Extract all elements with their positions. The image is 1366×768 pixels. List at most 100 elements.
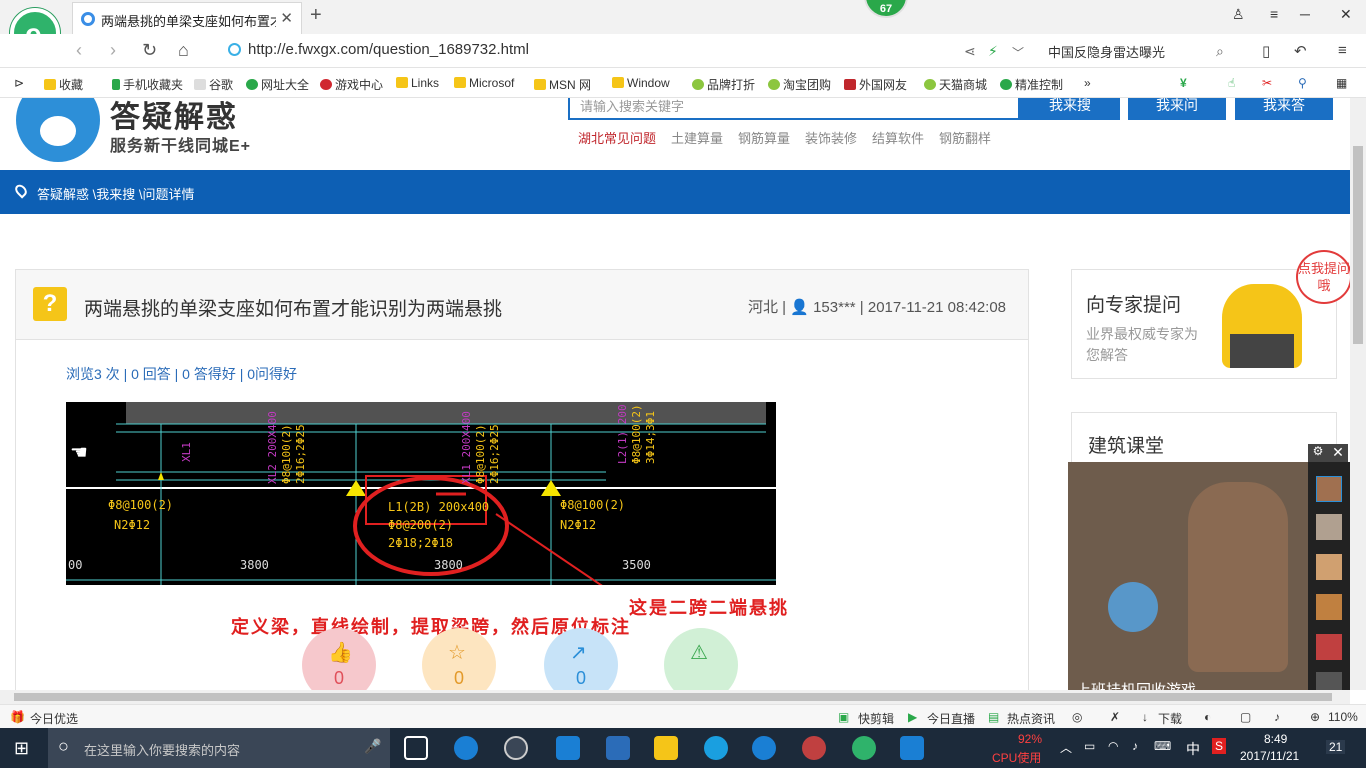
window-icon[interactable]: ▢	[1240, 710, 1251, 724]
ie-icon[interactable]	[704, 736, 728, 760]
thumb[interactable]	[1316, 514, 1342, 540]
thumb[interactable]	[1316, 634, 1342, 660]
category-link[interactable]: 结算软件	[872, 128, 924, 147]
ime-indicator[interactable]: 中	[1186, 739, 1200, 759]
scroll-thumb[interactable]	[1353, 146, 1363, 344]
fav-item-11[interactable]: 外国网友	[844, 76, 907, 93]
fav-item-13[interactable]: 精准控制	[1000, 76, 1063, 93]
sidebar-toggle-icon[interactable]: ⊳	[14, 76, 24, 90]
thumb[interactable]	[1316, 476, 1342, 502]
search-button[interactable]: 我来搜	[1020, 98, 1120, 120]
thumb[interactable]	[1316, 554, 1342, 580]
store-icon[interactable]	[606, 736, 630, 760]
app-icon[interactable]	[752, 736, 776, 760]
fav-item-3[interactable]: 网址大全	[246, 76, 309, 93]
new-tab-button[interactable]: +	[310, 4, 322, 27]
home-icon[interactable]: ⌂	[178, 40, 189, 61]
windows-start-icon[interactable]: ⊞	[14, 738, 29, 759]
close-window-button[interactable]: ✕	[1340, 6, 1352, 23]
battery-icon[interactable]: ▭	[1084, 739, 1095, 753]
site-mascot-logo[interactable]	[16, 98, 100, 162]
category-link[interactable]: 土建算量	[671, 128, 723, 147]
browser-tab[interactable]: 两端悬挑的单梁支座如何布置才能识别为两端悬挑 ✕	[72, 2, 302, 34]
chevron-up-icon[interactable]: ︿	[1060, 739, 1072, 756]
status-item[interactable]: 今日直播	[927, 710, 975, 727]
fav-item-6[interactable]: Microsof	[454, 76, 514, 90]
cad-drawing-image[interactable]: Φ8@100(2) N2Φ12 L1(2B) 200x400 Φ8@200(2)…	[66, 402, 776, 585]
fav-item-2[interactable]: 谷歌	[194, 76, 233, 93]
search-icon[interactable]: ⌕	[1216, 43, 1224, 60]
tab-close-icon[interactable]: ✕	[280, 9, 293, 27]
fav-more-icon[interactable]: »	[1084, 76, 1091, 90]
wifi-icon[interactable]: ◠	[1108, 739, 1118, 753]
speed-icon[interactable]: ◎	[1072, 710, 1082, 724]
ask-button[interactable]: 我来问	[1128, 98, 1226, 120]
fav-item-4[interactable]: 游戏中心	[320, 76, 383, 93]
answer-button[interactable]: 我来答	[1235, 98, 1333, 120]
fav-item-8[interactable]: Window	[612, 76, 670, 90]
chevron-down-icon[interactable]: ﹀	[1012, 44, 1024, 61]
app-icon[interactable]	[900, 736, 924, 760]
edge-icon[interactable]	[556, 736, 580, 760]
app-icon[interactable]	[802, 736, 826, 760]
lightning-icon[interactable]: ⚡	[988, 43, 998, 60]
site-search-input[interactable]: 请输入搜索关键字	[568, 98, 1020, 120]
app-icon[interactable]	[504, 736, 528, 760]
taskbar-search-input[interactable]: ○ 在这里输入你要搜索的内容 🎤	[48, 728, 390, 768]
fav-item-0[interactable]: 收藏	[44, 76, 83, 93]
hand-icon[interactable]: ☝	[1228, 76, 1235, 90]
category-link[interactable]: 钢筋翻样	[939, 128, 991, 147]
zoom-level[interactable]: 110%	[1328, 710, 1358, 724]
fav-item-12[interactable]: 天猫商城	[924, 76, 987, 93]
clock-date[interactable]: 2017/11/21	[1240, 749, 1299, 763]
vertical-scrollbar[interactable]	[1350, 98, 1366, 690]
fav-item-1[interactable]: 手机收藏夹	[112, 76, 183, 93]
video-close-icon[interactable]: ✕	[1328, 444, 1348, 462]
fav-item-5[interactable]: Links	[396, 76, 439, 90]
undo-icon[interactable]: ↶	[1294, 42, 1307, 60]
sogou-icon[interactable]: S	[1212, 738, 1227, 754]
url-field[interactable]: http://e.fwxgx.com/question_1689732.html	[248, 41, 529, 58]
more-menu-icon[interactable]: ≡	[1338, 42, 1347, 59]
category-link[interactable]: 钢筋算量	[738, 128, 790, 147]
volume-icon[interactable]: ♪	[1274, 710, 1280, 724]
task-view-icon[interactable]	[404, 736, 428, 760]
fav-item-9[interactable]: 品牌打折	[692, 76, 755, 93]
minimize-button[interactable]: ─	[1300, 6, 1310, 22]
horizontal-scrollbar[interactable]	[0, 690, 1350, 704]
app-icon[interactable]	[454, 736, 478, 760]
clock-time[interactable]: 8:49	[1264, 732, 1287, 746]
repair-icon[interactable]: ✗	[1110, 710, 1120, 724]
status-item[interactable]: 热点资讯	[1007, 710, 1055, 727]
scissors-icon[interactable]: ✂	[1262, 76, 1272, 90]
thumb[interactable]	[1316, 594, 1342, 620]
forward-icon[interactable]: ›	[110, 40, 116, 61]
reload-icon[interactable]: ↻	[142, 40, 157, 61]
shirt-icon[interactable]: ♙	[1232, 6, 1245, 23]
category-link[interactable]: 装饰装修	[805, 128, 857, 147]
share-icon[interactable]: ⋖	[964, 43, 976, 60]
browser-icon[interactable]: ◐	[1204, 710, 1211, 724]
magnifier-icon[interactable]: ⚲	[1298, 76, 1307, 90]
status-item[interactable]: 快剪辑	[858, 710, 894, 727]
search-suggestion[interactable]: 中国反隐身雷达曝光	[1048, 42, 1165, 61]
apps-grid-icon[interactable]: ▦	[1336, 76, 1347, 90]
fav-item-10[interactable]: 淘宝团购	[768, 76, 831, 93]
file-explorer-icon[interactable]	[654, 736, 678, 760]
browser-taskbar-icon[interactable]	[852, 736, 876, 760]
breadcrumb[interactable]: 答疑解惑 \我来搜 \问题详情	[37, 184, 194, 203]
mobile-icon[interactable]: ▯	[1262, 42, 1270, 60]
status-item[interactable]: 下载	[1158, 710, 1182, 727]
shield-icon[interactable]: ¥	[1180, 76, 1187, 90]
notification-center-badge[interactable]: 21	[1326, 740, 1346, 754]
ask-me-bubble[interactable]: 点我提问哦	[1296, 250, 1350, 304]
category-link[interactable]: 湖北常见问题	[578, 128, 656, 147]
scroll-thumb[interactable]	[14, 693, 1332, 701]
back-icon[interactable]: ‹	[76, 40, 82, 61]
keyboard-icon[interactable]: ⌨	[1154, 739, 1171, 753]
volume-icon[interactable]: ♪	[1132, 739, 1138, 753]
today-picks-link[interactable]: 今日优选	[30, 710, 78, 727]
menu-icon[interactable]: ≡	[1270, 6, 1278, 22]
video-ad[interactable]: 上班挂机回收游戏 广告	[1068, 462, 1350, 702]
video-settings-icon[interactable]: ⚙	[1308, 444, 1328, 462]
